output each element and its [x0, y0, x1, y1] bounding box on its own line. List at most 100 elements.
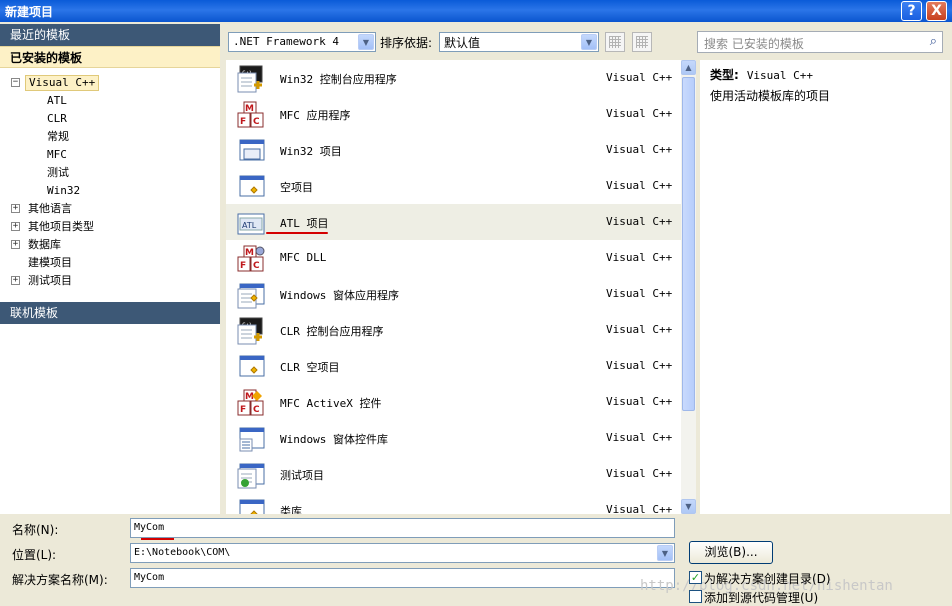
tree-item-label[interactable]: 其他语言	[28, 200, 72, 218]
template-language: Visual C++	[606, 107, 673, 120]
expand-icon[interactable]: +	[11, 240, 20, 249]
tree-item-label[interactable]: CLR	[47, 110, 67, 128]
template-name: 类库	[280, 505, 302, 514]
template-item[interactable]: Windows 窗体控件库 Visual C++	[226, 420, 681, 456]
tree-item-label[interactable]: MFC	[47, 146, 67, 164]
svg-text:C: C	[253, 117, 260, 127]
mfc-activex-icon: FCM	[236, 389, 264, 417]
chevron-down-icon[interactable]: ▼	[358, 34, 374, 50]
tree-item[interactable]: − Visual C++	[0, 74, 220, 92]
chevron-down-icon[interactable]: ▼	[581, 34, 597, 50]
tree-item[interactable]: + 其他语言	[0, 200, 220, 218]
template-language: Visual C++	[606, 503, 673, 514]
template-item[interactable]: Windows 窗体应用程序 Visual C++	[226, 276, 681, 312]
sort-select[interactable]: 默认值 ▼	[439, 32, 599, 52]
location-label: 位置(L):	[12, 548, 57, 562]
scroll-thumb[interactable]	[682, 77, 695, 411]
tree-item[interactable]: + 数据库	[0, 236, 220, 254]
expand-icon[interactable]: +	[11, 222, 20, 231]
template-name: Windows 窗体应用程序	[280, 289, 399, 302]
form-control-icon	[236, 425, 265, 453]
name-input[interactable]: MyCom	[130, 518, 675, 538]
template-item[interactable]: C:\ Win32 控制台应用程序 Visual C++	[226, 60, 681, 96]
template-item[interactable]: Win32 项目 Visual C++	[226, 132, 681, 168]
chevron-down-icon[interactable]: ▼	[657, 545, 673, 561]
template-language: Visual C++	[606, 179, 673, 192]
tree-item[interactable]: CLR	[0, 110, 220, 128]
source-control-label[interactable]: 添加到源代码管理(U)	[704, 589, 818, 606]
source-control-checkbox[interactable]	[689, 590, 702, 603]
tree-item[interactable]: + 测试项目	[0, 272, 220, 290]
tree-item-label[interactable]: 常规	[47, 128, 69, 146]
tree-item-label[interactable]: 测试项目	[28, 272, 72, 290]
template-name: 空项目	[280, 181, 313, 194]
collapse-icon[interactable]: −	[11, 78, 20, 87]
empty-project-icon	[236, 353, 265, 381]
template-item[interactable]: 空项目 Visual C++	[226, 168, 681, 204]
window-icon	[236, 137, 265, 165]
tree-item[interactable]: 常规	[0, 128, 220, 146]
template-language: Visual C++	[606, 395, 673, 408]
create-directory-label[interactable]: 为解决方案创建目录(D)	[704, 570, 831, 587]
tree-item[interactable]: 测试	[0, 164, 220, 182]
template-search-box[interactable]: 搜索 已安装的模板 ⌕	[697, 31, 943, 53]
tree-item-label[interactable]: Win32	[47, 182, 80, 200]
class-library-icon	[236, 497, 265, 514]
tree-item-label[interactable]: Visual C++	[25, 75, 100, 91]
template-item[interactable]: ATL ATL 项目 Visual C++	[226, 204, 681, 240]
template-name: CLR 空项目	[280, 361, 340, 374]
location-input[interactable]: E:\Notebook\COM\ ▼	[130, 543, 675, 563]
template-item[interactable]: F C M MFC DLL Visual C++	[226, 240, 681, 276]
svg-text:C: C	[253, 261, 260, 271]
tree-item-label[interactable]: ATL	[47, 92, 67, 110]
annotation-underline	[266, 232, 328, 234]
template-item[interactable]: F C M MFC 应用程序 Visual C++	[226, 96, 681, 132]
template-list-scrollbar[interactable]: ▲ ▼	[681, 60, 696, 514]
tree-item[interactable]: ATL	[0, 92, 220, 110]
tree-item[interactable]: MFC	[0, 146, 220, 164]
list-view-button[interactable]	[632, 32, 652, 52]
tree-item-label[interactable]: 测试	[47, 164, 69, 182]
scroll-up-icon[interactable]: ▲	[681, 60, 696, 75]
sort-value: 默认值	[444, 36, 481, 50]
svg-text:F: F	[240, 261, 246, 271]
tree-item-label[interactable]: 数据库	[28, 236, 61, 254]
template-item[interactable]: 类库 Visual C++	[226, 492, 681, 514]
title-bar: 新建项目 ? X	[0, 0, 952, 22]
tree-item[interactable]: + 其他项目类型	[0, 218, 220, 236]
tree-item[interactable]: Win32	[0, 182, 220, 200]
scroll-down-icon[interactable]: ▼	[681, 499, 696, 514]
type-value: Visual C++	[746, 69, 814, 82]
help-button[interactable]: ?	[901, 1, 922, 21]
template-item[interactable]: F C M MFC ActiveX 控件 Visual C++	[226, 384, 681, 420]
template-toolbar: .NET Framework 4 ▼ 排序依据: 默认值 ▼	[222, 28, 692, 56]
search-placeholder: 搜索 已安装的模板	[704, 37, 804, 51]
close-button[interactable]: X	[926, 1, 947, 21]
installed-templates-header[interactable]: 已安装的模板	[0, 46, 220, 68]
online-templates-header[interactable]: 联机模板	[0, 302, 220, 324]
recent-templates-header[interactable]: 最近的模板	[0, 24, 220, 46]
solution-name-label: 解决方案名称(M):	[12, 573, 108, 587]
template-language: Visual C++	[606, 143, 673, 156]
template-name: ATL 项目	[280, 217, 329, 230]
empty-project-icon	[236, 173, 265, 201]
expand-icon[interactable]: +	[11, 276, 20, 285]
template-item[interactable]: C:\ CLR 控制台应用程序 Visual C++	[226, 312, 681, 348]
browse-button[interactable]: 浏览(B)...	[689, 541, 773, 564]
framework-value: .NET Framework 4	[233, 35, 339, 48]
create-directory-checkbox[interactable]: ✓	[689, 571, 702, 584]
template-item[interactable]: 测试项目 Visual C++	[226, 456, 681, 492]
atl-icon: ATL	[236, 209, 265, 237]
solution-name-input[interactable]: MyCom	[130, 568, 675, 588]
template-name: CLR 控制台应用程序	[280, 325, 384, 338]
tree-item[interactable]: 建模项目	[0, 254, 220, 272]
expand-icon[interactable]: +	[11, 204, 20, 213]
framework-select[interactable]: .NET Framework 4 ▼	[228, 32, 376, 52]
small-icons-view-button[interactable]	[605, 32, 625, 52]
template-description: 使用活动模板库的项目	[710, 89, 831, 103]
console-icon: C:\	[236, 317, 264, 345]
tree-item-label[interactable]: 建模项目	[28, 254, 72, 272]
search-icon[interactable]: ⌕	[930, 34, 937, 49]
template-item[interactable]: CLR 空项目 Visual C++	[226, 348, 681, 384]
tree-item-label[interactable]: 其他项目类型	[28, 218, 94, 236]
